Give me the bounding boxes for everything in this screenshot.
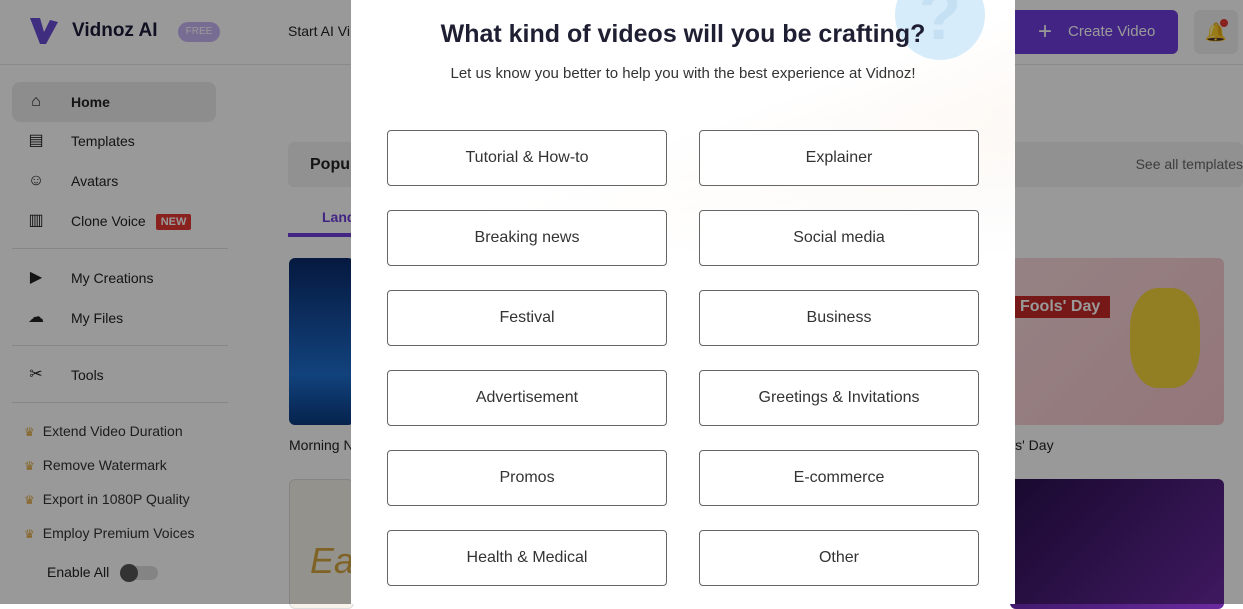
option-breaking-news-button[interactable]: Breaking news bbox=[387, 210, 667, 266]
option-explainer-button[interactable]: Explainer bbox=[699, 130, 979, 186]
option-promos-button[interactable]: Promos bbox=[387, 450, 667, 506]
option-tutorial-how-to-button[interactable]: Tutorial & How-to bbox=[387, 130, 667, 186]
option-e-commerce-button[interactable]: E-commerce bbox=[699, 450, 979, 506]
modal-title: What kind of videos will you be crafting… bbox=[440, 20, 926, 48]
option-business-button[interactable]: Business bbox=[699, 290, 979, 346]
modal-subtitle: Let us know you better to help you with … bbox=[450, 65, 916, 82]
option-festival-button[interactable]: Festival bbox=[387, 290, 667, 346]
video-type-modal: ? What kind of videos will you be crafti… bbox=[351, 0, 1015, 604]
option-health-medical-button[interactable]: Health & Medical bbox=[387, 530, 667, 586]
option-advertisement-button[interactable]: Advertisement bbox=[387, 370, 667, 426]
option-social-media-button[interactable]: Social media bbox=[699, 210, 979, 266]
option-other-button[interactable]: Other bbox=[699, 530, 979, 586]
option-greetings-invitations-button[interactable]: Greetings & Invitations bbox=[699, 370, 979, 426]
